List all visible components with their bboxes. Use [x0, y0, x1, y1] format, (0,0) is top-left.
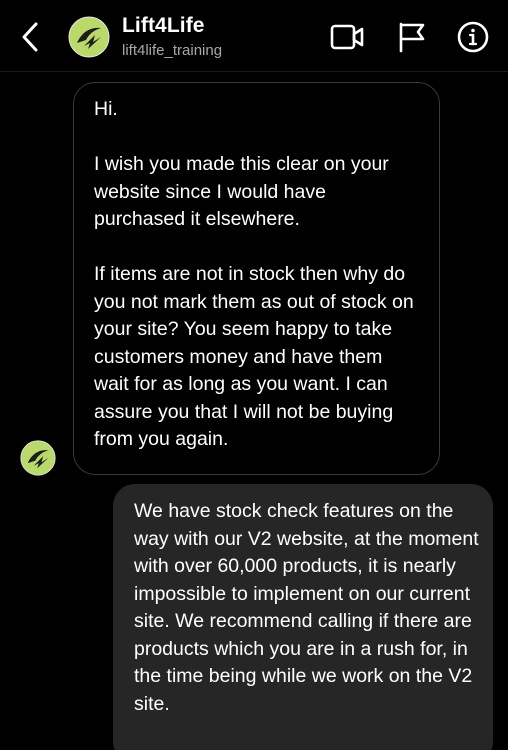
message-paragraph: Hi. — [94, 98, 118, 120]
outgoing-message-bubble[interactable]: We have stock check features on the way … — [113, 484, 493, 750]
chat-screen: Lift4Life lift4life_training Hi. I wish … — [0, 0, 508, 750]
avatar[interactable] — [68, 16, 110, 58]
chevron-left-icon[interactable] — [16, 20, 46, 54]
flag-icon[interactable] — [396, 20, 432, 54]
message-paragraph: I wish you made this clear on your websi… — [94, 153, 389, 230]
message-paragraph: If items are not in stock then why do yo… — [94, 263, 414, 450]
sender-avatar[interactable] — [20, 440, 56, 476]
video-call-icon[interactable] — [330, 20, 366, 54]
chat-header: Lift4Life lift4life_training — [0, 0, 508, 72]
contact-name[interactable]: Lift4Life — [122, 14, 205, 38]
info-icon[interactable] — [456, 20, 492, 54]
incoming-message-bubble[interactable]: Hi. I wish you made this clear on your w… — [73, 82, 440, 475]
contact-handle[interactable]: lift4life_training — [122, 42, 222, 59]
message-paragraph: We have stock check features on the way … — [134, 500, 479, 715]
